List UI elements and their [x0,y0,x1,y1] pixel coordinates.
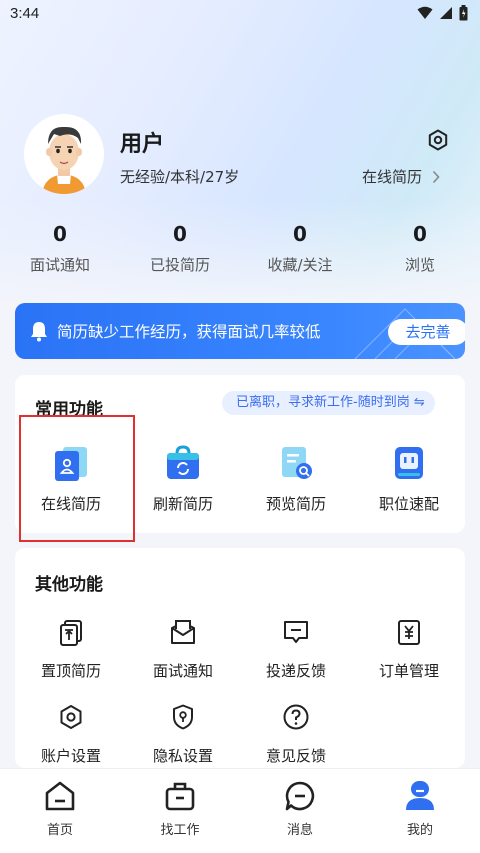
stat-label: 面试通知 [29,256,90,274]
stat-delivered-resume[interactable]: 0 已投简历 [120,222,240,275]
func-label: 在线简历 [40,495,101,513]
func-online-resume[interactable]: 在线简历 [15,443,127,514]
refresh-bag-icon [167,445,199,479]
tip-text: 简历缺少工作经历，获得面试几率较低 [57,323,321,341]
func-label: 职位速配 [378,495,439,513]
hex-settings-icon [60,705,82,729]
tab-label: 消息 [286,823,313,838]
briefcase-icon [165,782,195,811]
common-functions-card: 常用功能 已离职，寻求新工作-随时到岗 ⇋ 在线简历 刷新简历 预览简历 职位速… [15,375,465,533]
online-resume-link-label: 在线简历 [362,168,423,186]
func-pin-resume[interactable]: 置顶简历 [15,618,127,681]
resume-tip-banner: 简历缺少工作经历，获得面试几率较低 去完善 [15,303,465,359]
question-icon [283,704,309,730]
tab-messages[interactable]: 消息 [240,779,360,838]
job-status-pill[interactable]: 已离职，寻求新工作-随时到岗 ⇋ [222,391,435,415]
privacy-shield-icon [173,704,193,730]
status-time: 3:44 [10,5,40,22]
func-label: 订单管理 [378,662,439,680]
stat-value: 0 [293,222,307,246]
online-resume-link[interactable]: 在线简历 [362,166,440,187]
stats-row: 0 面试通知 0 已投简历 0 收藏/关注 0 浏览 [0,222,480,282]
message-icon [285,781,315,811]
tab-label: 找工作 [160,823,200,838]
chevron-right-icon [432,170,440,183]
func-delivery-feedback[interactable]: 投递反馈 [240,618,352,681]
func-refresh-resume[interactable]: 刷新简历 [127,443,239,514]
tab-find-job[interactable]: 找工作 [120,779,240,838]
signal-icon [440,7,452,19]
func-label: 置顶简历 [40,662,101,680]
other-functions-card: 其他功能 置顶简历 面试通知 投递反馈 订单管理 账户设置 隐私设置 意见反馈 [15,548,465,768]
stat-views[interactable]: 0 浏览 [360,222,480,275]
func-account-settings[interactable]: 账户设置 [15,703,127,766]
func-label: 意见反馈 [265,747,326,765]
stat-interview-notice[interactable]: 0 面试通知 [0,222,120,275]
stat-value: 0 [173,222,187,246]
stat-value: 0 [413,222,427,246]
envelope-icon [171,620,195,644]
username: 用户 [120,132,165,157]
battery-icon [459,5,468,21]
status-bar: 3:44 [0,0,480,28]
func-label: 刷新简历 [152,495,213,513]
func-label: 隐私设置 [152,747,213,765]
func-interview-notice[interactable]: 面试通知 [127,618,239,681]
bottom-tab-bar: 首页 找工作 消息 我的 [0,768,480,853]
func-job-match[interactable]: 职位速配 [353,443,465,514]
stat-value: 0 [53,222,67,246]
home-icon [45,781,75,811]
settings-hex-icon[interactable] [426,128,450,152]
stat-label: 浏览 [404,256,435,274]
job-match-icon [395,447,423,479]
profile-icon [406,781,434,810]
feedback-chat-icon [284,621,308,643]
func-label: 投递反馈 [265,662,326,680]
tab-mine[interactable]: 我的 [360,779,480,838]
tab-home[interactable]: 首页 [0,779,120,838]
func-feedback[interactable]: 意见反馈 [240,703,352,766]
func-order-management[interactable]: 订单管理 [353,618,465,681]
tab-label: 首页 [46,823,73,838]
func-privacy-settings[interactable]: 隐私设置 [127,703,239,766]
resume-card-icon [55,447,87,481]
common-functions-title: 常用功能 [35,400,103,420]
stat-favorites[interactable]: 0 收藏/关注 [240,222,360,275]
complete-resume-button[interactable]: 去完善 [388,319,465,345]
status-icons [417,5,468,21]
other-functions-title: 其他功能 [35,575,103,595]
func-label: 预览简历 [265,495,326,513]
preview-search-icon [282,447,312,479]
order-yen-icon [398,620,420,645]
bell-icon [31,322,47,342]
avatar-illustration [24,114,104,194]
pin-top-icon [60,620,82,646]
func-label: 账户设置 [40,747,101,765]
avatar[interactable] [24,114,104,194]
user-info: 无经验/本科/27岁 [120,168,240,186]
wifi-icon [417,6,433,19]
func-preview-resume[interactable]: 预览简历 [240,443,352,514]
tab-label: 我的 [406,823,433,838]
func-label: 面试通知 [152,662,213,680]
stat-label: 收藏/关注 [267,256,333,274]
stat-label: 已投简历 [149,256,210,274]
